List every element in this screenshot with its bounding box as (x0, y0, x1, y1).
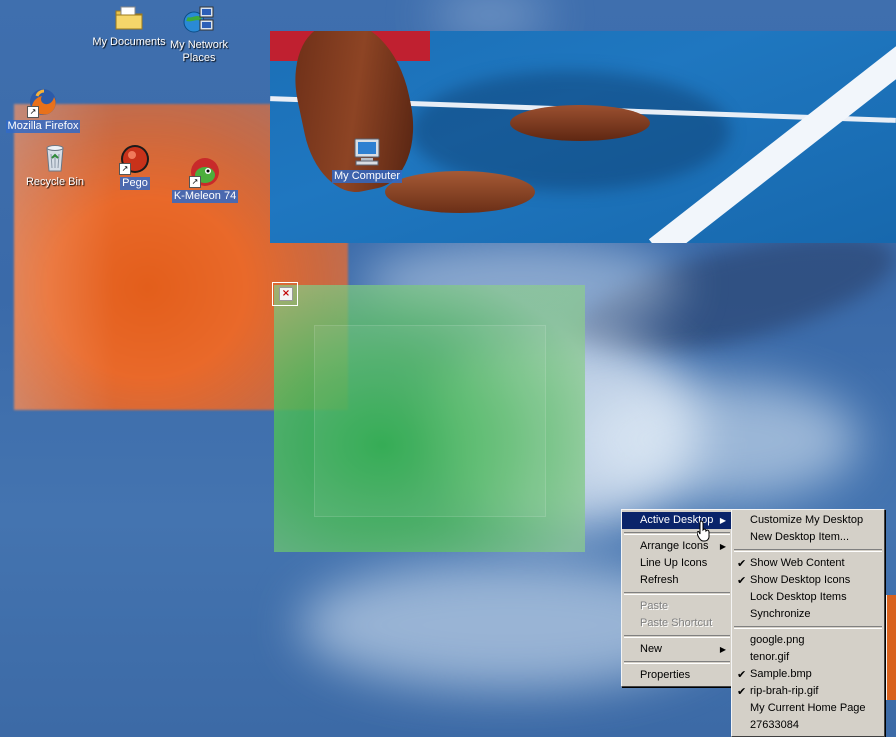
menu-item-synchronize[interactable]: Synchronize (732, 606, 884, 623)
menu-item-label: New (640, 643, 663, 655)
menu-separator (734, 549, 882, 552)
shortcut-arrow-icon: ↗ (189, 176, 201, 188)
menu-item-label: Line Up Icons (640, 557, 708, 569)
menu-separator (624, 635, 730, 638)
menu-item-label: Paste (640, 600, 669, 612)
desktop-icon-my-network-places[interactable]: My Network Places (154, 5, 244, 65)
wallpaper-cloud (430, 0, 550, 30)
menu-item-properties[interactable]: Properties (622, 667, 732, 684)
label-line: Places (182, 52, 216, 64)
photo-hand (510, 105, 650, 141)
desktop-icon-label: My Computer (331, 170, 403, 183)
menu-item-paste-shortcut: Paste Shortcut (622, 615, 732, 632)
menu-item-show-desktop-icons[interactable]: ✔ Show Desktop Icons (732, 572, 884, 589)
green-inner (314, 325, 546, 517)
menu-item-label: google.png (750, 634, 805, 646)
desktop-item-frame[interactable]: × (272, 282, 298, 306)
menu-item-paste: Paste (622, 598, 732, 615)
menu-separator (734, 626, 882, 629)
submenu-arrow-icon: ▶ (719, 516, 726, 525)
desktop-icon-label: Recycle Bin (25, 176, 85, 188)
desktop-icon-my-computer[interactable]: My Computer (322, 136, 412, 183)
menu-item-tenor-gif[interactable]: tenor.gif (732, 649, 884, 666)
menu-item-label: Properties (640, 669, 691, 681)
menu-item-label: 27633084 (750, 719, 799, 731)
folder-documents-icon (113, 2, 145, 34)
menu-item-customize-my-desktop[interactable]: Customize My Desktop (732, 512, 884, 529)
submenu-arrow-icon: ▶ (719, 645, 726, 654)
menu-item-label: rip-brah-rip.gif (750, 685, 819, 697)
menu-item-label: tenor.gif (750, 651, 790, 663)
menu-item-label: Sample.bmp (750, 668, 812, 680)
desktop-icon-label: K-Meleon 74 (171, 190, 239, 203)
desktop-icon-recycle-bin[interactable]: Recycle Bin (10, 142, 100, 189)
shortcut-arrow-icon: ↗ (27, 106, 39, 118)
menu-item-sample-bmp[interactable]: ✔ Sample.bmp (732, 666, 884, 683)
k-meleon-icon: ↗ (189, 156, 221, 188)
menu-item-my-current-home-page[interactable]: My Current Home Page (732, 700, 884, 717)
menu-separator (624, 532, 730, 535)
menu-item-google-png[interactable]: google.png (732, 632, 884, 649)
desktop-context-menu: Active Desktop ▶ Arrange Icons ▶ Line Up I… (621, 509, 733, 687)
submenu-arrow-icon: ▶ (719, 542, 726, 551)
desktop-icon-label: My Network Places (168, 39, 230, 65)
menu-item-label: Lock Desktop Items (750, 591, 847, 603)
active-desktop-submenu: Customize My Desktop New Desktop Item...… (731, 509, 885, 737)
desktop-item-green-image[interactable] (274, 285, 585, 552)
firefox-icon: ↗ (27, 86, 59, 118)
menu-item-active-desktop[interactable]: Active Desktop ▶ (622, 512, 732, 529)
check-icon: ✔ (737, 574, 747, 587)
menu-item-arrange-icons[interactable]: Arrange Icons ▶ (622, 538, 732, 555)
mouse-pointer-icon (697, 520, 710, 542)
check-icon: ✔ (737, 668, 747, 681)
close-icon[interactable]: × (279, 287, 293, 301)
menu-item-label: Refresh (640, 574, 679, 586)
menu-item-label: Show Desktop Icons (750, 574, 851, 586)
desktop-icon-k-meleon[interactable]: ↗ K-Meleon 74 (160, 156, 250, 203)
menu-item-show-web-content[interactable]: ✔ Show Web Content (732, 555, 884, 572)
label-line: My Network (169, 39, 229, 51)
menu-item-line-up-icons[interactable]: Line Up Icons (622, 555, 732, 572)
menu-item-new[interactable]: New ▶ (622, 641, 732, 658)
check-icon: ✔ (737, 557, 747, 570)
menu-item-label: My Current Home Page (750, 702, 866, 714)
desktop-icon-label: Pego (120, 177, 150, 190)
menu-item-label: Customize My Desktop (750, 514, 864, 526)
menu-separator (624, 592, 730, 595)
menu-item-label: Synchronize (750, 608, 811, 620)
desktop-icon-label: Mozilla Firefox (5, 120, 81, 133)
shortcut-arrow-icon: ↗ (119, 163, 131, 175)
menu-item-27633084[interactable]: 27633084 (732, 717, 884, 734)
menu-item-label: New Desktop Item... (750, 531, 850, 543)
menu-item-new-desktop-item[interactable]: New Desktop Item... (732, 529, 884, 546)
menu-item-refresh[interactable]: Refresh (622, 572, 732, 589)
network-places-icon (183, 5, 215, 37)
menu-item-lock-desktop-items[interactable]: Lock Desktop Items (732, 589, 884, 606)
menu-separator (624, 661, 730, 664)
wallpaper-cloud (580, 380, 860, 500)
recycle-bin-icon (39, 142, 71, 174)
pego-icon: ↗ (119, 143, 151, 175)
desktop-item-edge[interactable] (885, 595, 896, 700)
menu-item-label: Paste Shortcut (640, 617, 713, 629)
desktop-icon-mozilla-firefox[interactable]: ↗ Mozilla Firefox (0, 86, 88, 133)
computer-icon (351, 136, 383, 168)
menu-item-label: Show Web Content (750, 557, 845, 569)
menu-item-rip-brah-rip-gif[interactable]: ✔ rip-brah-rip.gif (732, 683, 884, 700)
check-icon: ✔ (737, 685, 747, 698)
